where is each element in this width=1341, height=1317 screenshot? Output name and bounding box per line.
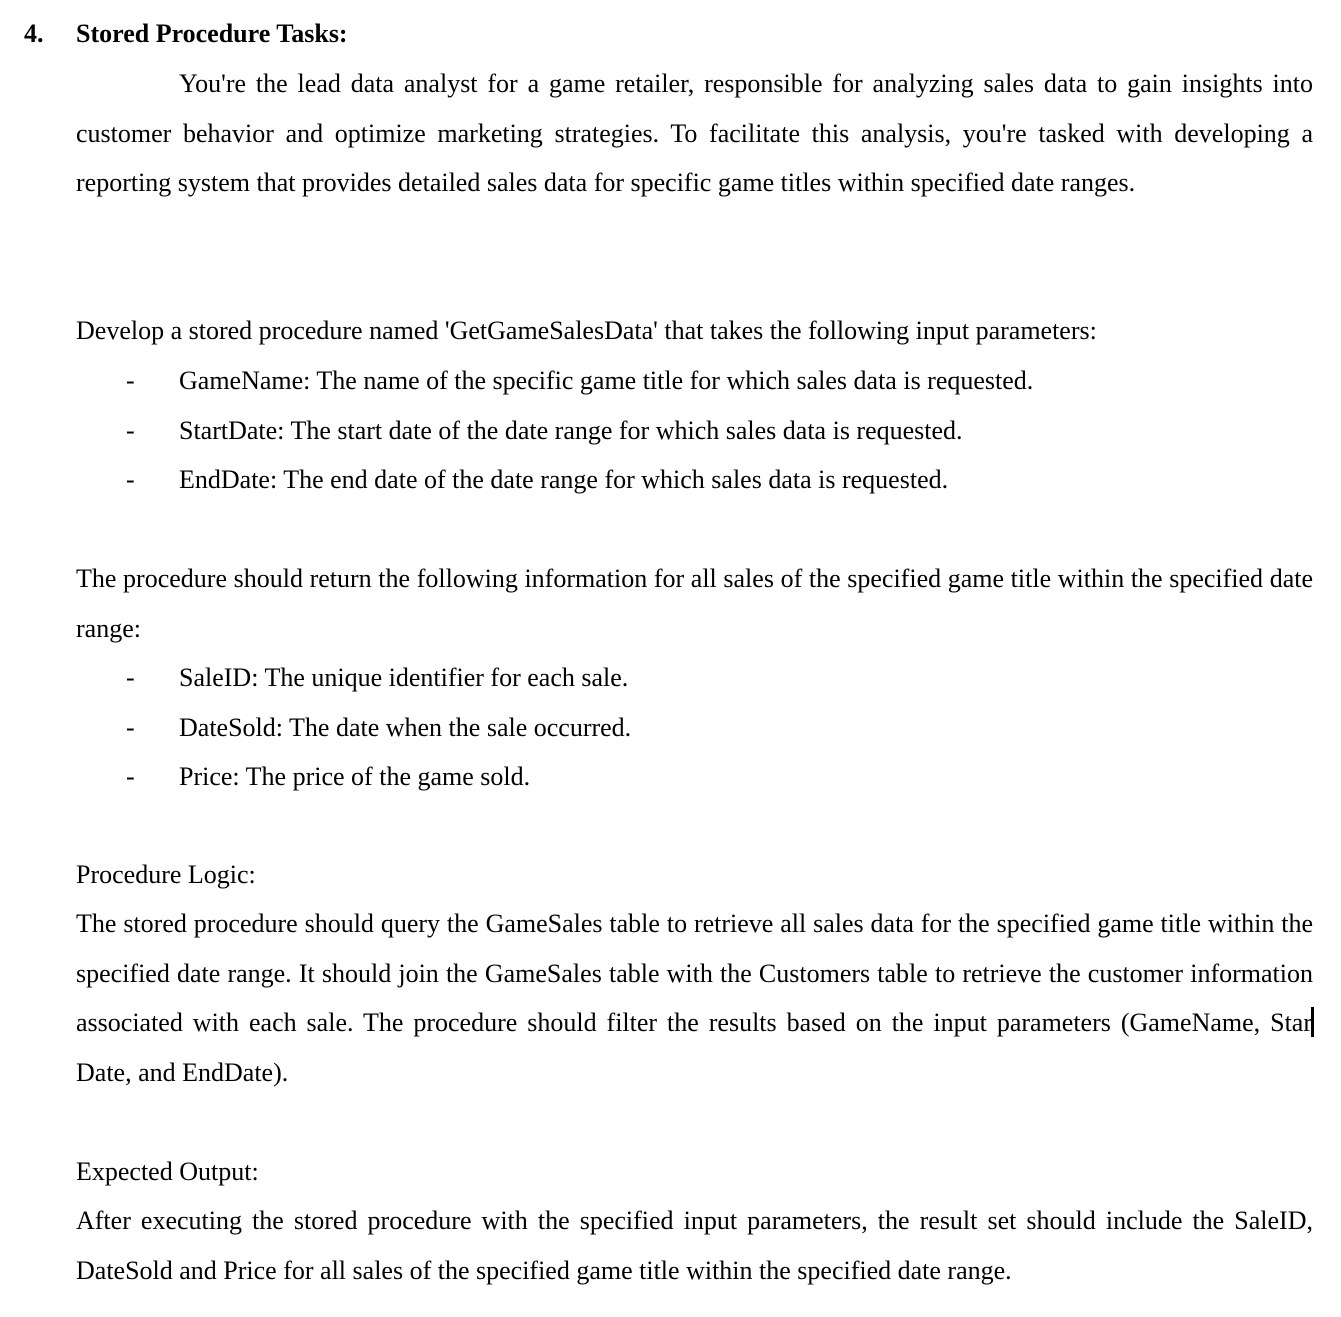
- section-number: 4.: [24, 19, 44, 48]
- section-heading: 4. Stored Procedure Tasks:: [24, 14, 348, 54]
- return-datesold: DateSold: The date when the sale occurre…: [179, 712, 632, 742]
- bullet-dash: -: [126, 465, 135, 494]
- list-item: - Price: The price of the game sold.: [0, 752, 1341, 802]
- logic-heading: Procedure Logic:: [76, 860, 256, 889]
- parameters-lead: Develop a stored procedure named 'GetGam…: [76, 316, 1097, 345]
- parameter-startdate: StartDate: The start date of the date ra…: [179, 415, 963, 445]
- intro-paragraph: You're the lead data analyst for a game …: [76, 69, 1313, 197]
- list-item: - SaleID: The unique identifier for each…: [0, 653, 1341, 703]
- parameters-list: - GameName: The name of the specific gam…: [0, 356, 1341, 505]
- document-page: 4. Stored Procedure Tasks: You're the lea…: [0, 0, 1341, 1317]
- list-item: - DateSold: The date when the sale occur…: [0, 703, 1341, 753]
- logic-text-before-caret: The stored procedure should query the Ga…: [76, 909, 1313, 1037]
- bullet-dash: -: [126, 712, 135, 742]
- bullet-dash: -: [126, 663, 135, 692]
- return-price: Price: The price of the game sold.: [179, 762, 531, 791]
- bullet-dash: -: [126, 762, 135, 791]
- returns-lead: The procedure should return the followin…: [76, 564, 1313, 643]
- bullet-dash: -: [126, 415, 135, 445]
- list-item: - GameName: The name of the specific gam…: [0, 356, 1341, 406]
- section-title: Stored Procedure Tasks:: [76, 19, 348, 48]
- returns-list: - SaleID: The unique identifier for each…: [0, 653, 1341, 802]
- list-item: - StartDate: The start date of the date …: [0, 406, 1341, 456]
- parameter-gamename: GameName: The name of the specific game …: [179, 366, 1034, 395]
- logic-paragraph[interactable]: The stored procedure should query the Ga…: [76, 899, 1314, 1097]
- parameter-enddate: EndDate: The end date of the date range …: [179, 465, 949, 494]
- return-saleid: SaleID: The unique identifier for each s…: [179, 663, 629, 692]
- list-item: - EndDate: The end date of the date rang…: [0, 455, 1341, 505]
- output-paragraph: After executing the stored procedure wit…: [76, 1206, 1313, 1285]
- text-cursor: [1311, 1007, 1314, 1037]
- output-heading: Expected Output:: [76, 1157, 259, 1186]
- bullet-dash: -: [126, 366, 135, 395]
- logic-text-after-caret: Date, and EndDate).: [76, 1057, 289, 1087]
